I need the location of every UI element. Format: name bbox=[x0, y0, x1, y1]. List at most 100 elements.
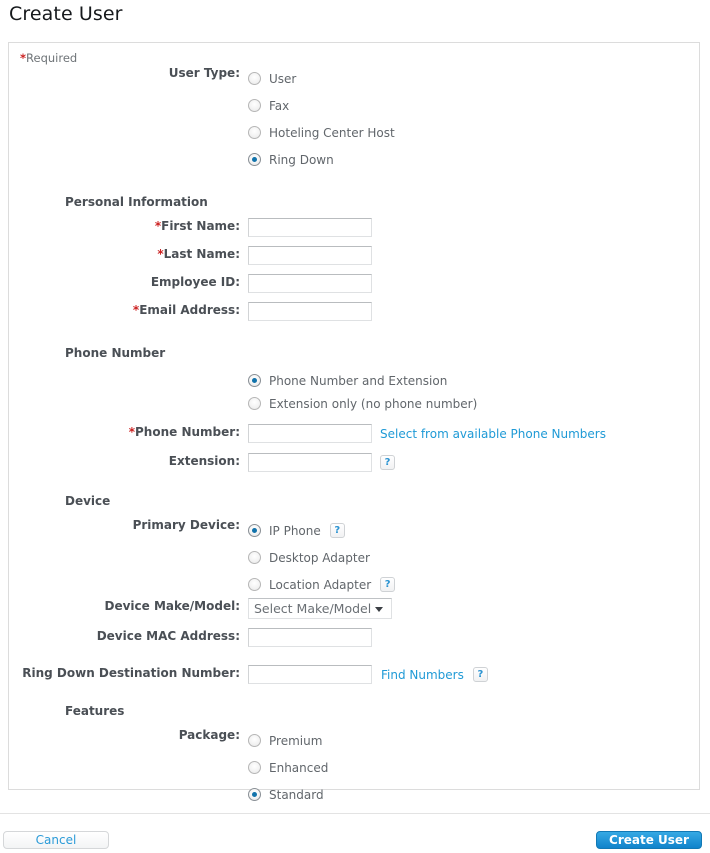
radio-label-ip-phone: IP Phone bbox=[269, 523, 321, 538]
create-user-button[interactable]: Create User bbox=[596, 831, 702, 849]
radio-icon-extension-only[interactable] bbox=[248, 397, 261, 410]
ring-down-destination-number-label: Ring Down Destination Number: bbox=[22, 666, 240, 680]
radio-option-desktop-adapter[interactable]: Desktop Adapter bbox=[248, 544, 701, 571]
phone-mode-options: Phone Number and Extension Extension onl… bbox=[248, 369, 701, 415]
employee-id-input[interactable] bbox=[248, 274, 372, 293]
cancel-button[interactable]: Cancel bbox=[3, 831, 109, 849]
radio-option-ring-down[interactable]: Ring Down bbox=[248, 146, 701, 173]
first-name-field-wrap bbox=[248, 218, 701, 237]
select-available-phone-numbers-link[interactable]: Select from available Phone Numbers bbox=[380, 427, 606, 441]
radio-label-enhanced: Enhanced bbox=[269, 760, 329, 775]
find-numbers-link[interactable]: Find Numbers bbox=[381, 668, 464, 682]
extension-help-icon[interactable]: ? bbox=[380, 455, 395, 470]
device-mac-address-field-wrap bbox=[248, 628, 701, 647]
phone-number-label: *Phone Number: bbox=[9, 424, 248, 440]
radio-label-fax: Fax bbox=[269, 98, 290, 113]
phone-number-label-text: Phone Number: bbox=[135, 425, 240, 439]
employee-id-field-wrap bbox=[248, 274, 701, 293]
chevron-down-icon[interactable] bbox=[375, 606, 383, 612]
user-type-options: User Fax Hoteling Center Host Ring Down bbox=[248, 65, 701, 173]
last-name-field-wrap bbox=[248, 246, 701, 265]
radio-label-extension-only: Extension only (no phone number) bbox=[269, 396, 478, 411]
row-device-mac-address: Device MAC Address: bbox=[9, 628, 701, 665]
row-last-name: *Last Name: bbox=[9, 246, 701, 274]
row-ring-down-destination-number: Ring Down Destination Number: Find Numbe… bbox=[9, 665, 701, 695]
ring-down-destination-help-icon[interactable]: ? bbox=[472, 667, 488, 682]
row-phone-mode: Phone Number and Extension Extension onl… bbox=[9, 369, 701, 415]
device-mac-address-label: Device MAC Address: bbox=[96, 629, 240, 643]
required-legend-text: Required bbox=[26, 51, 78, 65]
package-label: Package: bbox=[178, 728, 240, 742]
ip-phone-help-icon[interactable]: ? bbox=[329, 523, 345, 538]
section-heading-personal-information: Personal Information bbox=[65, 195, 208, 209]
email-address-input[interactable] bbox=[248, 302, 372, 321]
radio-option-phone-and-extension[interactable]: Phone Number and Extension bbox=[248, 369, 701, 392]
page-title: Create User bbox=[9, 3, 123, 25]
first-name-input[interactable] bbox=[248, 218, 372, 237]
radio-icon-ring-down[interactable] bbox=[248, 153, 261, 166]
last-name-label: *Last Name: bbox=[9, 246, 248, 262]
radio-option-fax[interactable]: Fax bbox=[248, 92, 701, 119]
radio-icon-hoteling-center-host[interactable] bbox=[248, 126, 261, 139]
radio-label-user: User bbox=[269, 71, 297, 86]
primary-device-options: IP Phone ? Desktop Adapter Location Adap… bbox=[248, 517, 701, 598]
create-user-page: Create User *Required User Type: User Fa… bbox=[0, 0, 710, 853]
required-legend: *Required bbox=[20, 51, 77, 65]
extension-field-wrap: ? bbox=[248, 453, 701, 472]
radio-label-premium: Premium bbox=[269, 733, 323, 748]
row-phone-number: *Phone Number: Select from available Pho… bbox=[9, 424, 701, 453]
radio-option-premium[interactable]: Premium bbox=[248, 727, 701, 754]
radio-icon-location-adapter[interactable] bbox=[248, 578, 261, 591]
row-user-type: User Type: User Fax Hoteling Center Host bbox=[9, 65, 701, 173]
last-name-input[interactable] bbox=[248, 246, 372, 265]
phone-number-input[interactable] bbox=[248, 424, 372, 443]
radio-option-ip-phone[interactable]: IP Phone ? bbox=[248, 517, 701, 544]
radio-option-location-adapter[interactable]: Location Adapter ? bbox=[248, 571, 701, 598]
email-address-label: *Email Address: bbox=[9, 302, 248, 318]
radio-label-hoteling-center-host: Hoteling Center Host bbox=[269, 125, 395, 140]
section-heading-phone-number: Phone Number bbox=[65, 346, 166, 360]
row-email-address: *Email Address: bbox=[9, 302, 701, 330]
form-body: User Type: User Fax Hoteling Center Host bbox=[9, 65, 701, 808]
radio-icon-phone-and-extension[interactable] bbox=[248, 374, 261, 387]
radio-icon-premium[interactable] bbox=[248, 734, 261, 747]
device-mac-address-input[interactable] bbox=[248, 628, 372, 647]
location-adapter-help-icon[interactable]: ? bbox=[380, 577, 396, 592]
device-make-model-field-wrap: Select Make/Model bbox=[248, 598, 701, 619]
ring-down-destination-number-input[interactable] bbox=[248, 665, 372, 684]
radio-icon-standard[interactable] bbox=[248, 788, 261, 801]
radio-option-hoteling-center-host[interactable]: Hoteling Center Host bbox=[248, 119, 701, 146]
radio-icon-enhanced[interactable] bbox=[248, 761, 261, 774]
radio-option-extension-only[interactable]: Extension only (no phone number) bbox=[248, 392, 701, 415]
section-heading-device: Device bbox=[65, 494, 111, 508]
radio-label-ring-down: Ring Down bbox=[269, 152, 334, 167]
radio-icon-user[interactable] bbox=[248, 72, 261, 85]
row-employee-id: Employee ID: bbox=[9, 274, 701, 302]
email-address-label-text: Email Address: bbox=[139, 303, 240, 317]
row-device-make-model: Device Make/Model: Select Make/Model bbox=[9, 598, 701, 628]
employee-id-label: Employee ID: bbox=[150, 275, 240, 289]
ring-down-destination-field-wrap: Find Numbers ? bbox=[248, 665, 701, 684]
radio-option-enhanced[interactable]: Enhanced bbox=[248, 754, 701, 781]
radio-label-phone-and-extension: Phone Number and Extension bbox=[269, 373, 448, 388]
extension-label: Extension: bbox=[168, 454, 240, 468]
radio-label-desktop-adapter: Desktop Adapter bbox=[269, 550, 370, 565]
radio-icon-desktop-adapter[interactable] bbox=[248, 551, 261, 564]
radio-label-standard: Standard bbox=[269, 787, 324, 802]
email-address-field-wrap bbox=[248, 302, 701, 321]
radio-option-user[interactable]: User bbox=[248, 65, 701, 92]
radio-icon-ip-phone[interactable] bbox=[248, 524, 261, 537]
radio-option-standard[interactable]: Standard bbox=[248, 781, 701, 808]
last-name-label-text: Last Name: bbox=[163, 247, 240, 261]
radio-icon-fax[interactable] bbox=[248, 99, 261, 112]
device-make-model-select[interactable]: Select Make/Model bbox=[248, 598, 392, 619]
extension-input[interactable] bbox=[248, 453, 372, 472]
section-heading-features: Features bbox=[65, 704, 125, 718]
